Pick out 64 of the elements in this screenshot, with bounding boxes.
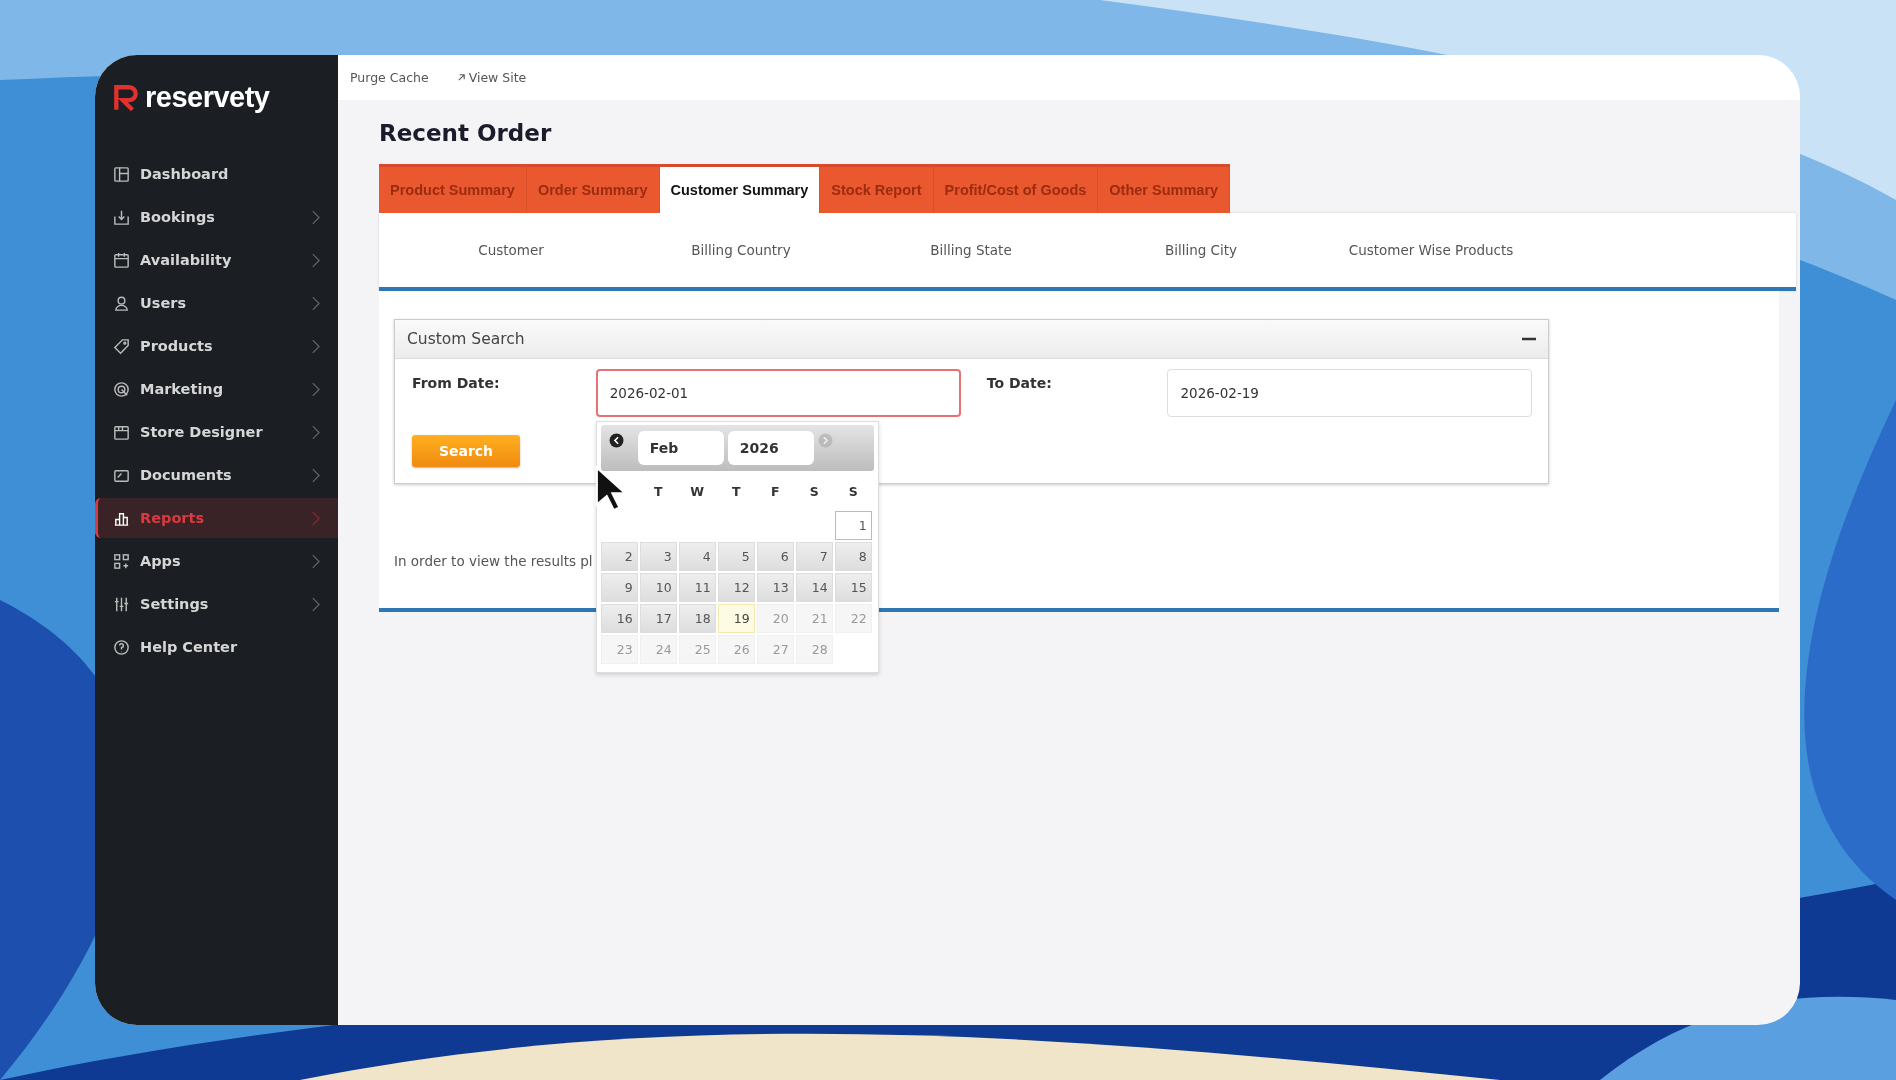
calendar-day[interactable]: 14 [795,573,833,602]
weekday-label: F [769,483,781,499]
logo-text: reservety [145,81,270,114]
nav-icon [112,336,131,356]
calendar-day[interactable]: 16 [600,604,638,633]
nav-item[interactable]: Store Designer [95,412,338,452]
nav-item[interactable]: Reports [95,498,338,538]
nav-icon [112,250,131,270]
collapse-icon[interactable] [1522,337,1536,341]
weekday-label: S [808,483,820,499]
top-link[interactable]: View Site [456,70,527,85]
nav-icon [112,637,131,657]
nav-item[interactable]: Availability [95,240,338,280]
calendar-day[interactable]: 11 [678,573,716,602]
subtab[interactable]: Billing State [930,242,1012,258]
nav-item[interactable]: Dashboard [95,154,338,194]
weekday-label: W [689,483,706,499]
calendar-day[interactable]: 1 [834,511,872,540]
nav-item[interactable]: Documents [95,455,338,495]
subtab[interactable]: Billing City [1164,242,1238,258]
field-label: From Date: [412,374,501,391]
nav-item[interactable]: Users [95,283,338,323]
calendar-day[interactable]: 15 [834,573,872,602]
nav-item[interactable]: Marketing [95,369,338,409]
calendar-day[interactable]: 19 [717,604,755,633]
subtab[interactable]: Billing Country [691,242,791,258]
weekday-label: S [847,483,859,499]
calendar-day[interactable]: 9 [600,573,638,602]
calendar-day[interactable]: 13 [756,573,794,602]
weekday-label: T [730,483,742,499]
calendar-day[interactable]: 5 [717,542,755,571]
calendar-day[interactable]: 10 [639,573,677,602]
logo-icon [113,83,139,112]
calendar-day[interactable]: 2 [600,542,638,571]
calendar-day[interactable]: 17 [639,604,677,633]
date-field[interactable]: 2026-02-19 [1167,369,1532,417]
year-select[interactable]: 2026 [727,431,814,465]
nav-item[interactable]: Products [95,326,338,366]
nav-item[interactable]: Bookings [95,197,338,237]
nav-icon [112,164,131,184]
panel-title: Custom Search [407,330,525,348]
page-title: Recent Order [379,120,553,146]
calendar-day[interactable]: 12 [717,573,755,602]
subtab[interactable]: Customer Wise Products [1348,242,1514,258]
subtab[interactable]: Customer [478,242,544,258]
previous-icon[interactable] [608,433,624,448]
calendar-day[interactable]: 6 [756,542,794,571]
field-label: To Date: [986,374,1053,391]
top-link[interactable]: Purge Cache [350,70,429,85]
nav-item[interactable]: Settings [95,584,338,624]
nav-icon [112,551,131,571]
month-select[interactable]: Feb [637,431,724,465]
tab[interactable]: Customer Summary [659,167,821,213]
calendar-day[interactable]: 7 [795,542,833,571]
calendar-day[interactable]: 4 [678,542,716,571]
date-field[interactable]: 2026-02-01 [595,369,961,417]
weekday-label: T [652,483,664,499]
nav-icon [112,379,131,399]
calendar-day[interactable]: 18 [678,604,716,633]
calendar-day[interactable]: 8 [834,542,872,571]
nav-item[interactable]: Help Center [95,627,338,667]
calendar-day[interactable]: 3 [639,542,677,571]
nav-item[interactable]: Apps [95,541,338,581]
info-text: In order to view the results pl [394,553,593,569]
